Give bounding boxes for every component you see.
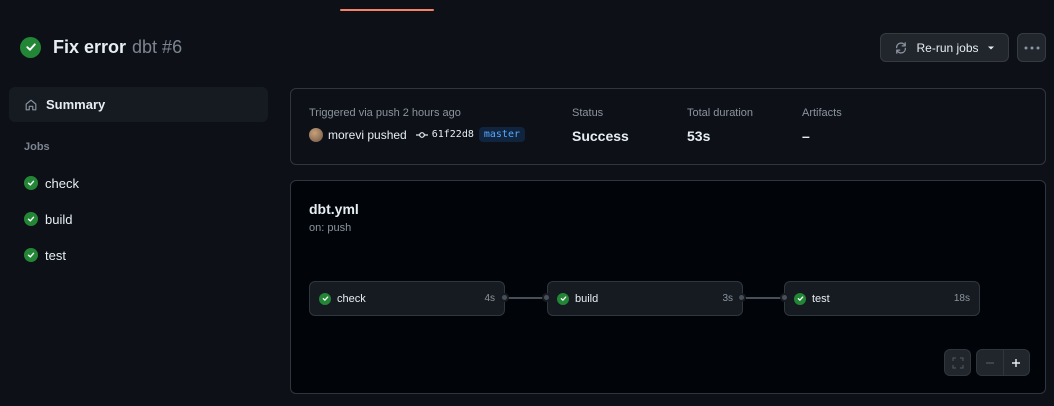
job-connector-line xyxy=(746,297,784,299)
home-icon xyxy=(24,98,38,112)
job-node-duration: 3s xyxy=(722,293,733,304)
job-node-duration: 4s xyxy=(484,293,495,304)
job-connector-dot xyxy=(500,293,509,302)
success-check-icon xyxy=(319,292,331,305)
job-node-label: test xyxy=(812,292,830,305)
trigger-column: Triggered via push 2 hours ago morevi pu… xyxy=(309,107,525,142)
sidebar-item-label: check xyxy=(45,175,79,191)
rerun-jobs-label: Re-run jobs xyxy=(916,40,979,55)
job-node-label: check xyxy=(337,292,366,305)
job-connector-dot xyxy=(737,293,746,302)
jobs-heading: Jobs xyxy=(24,141,50,153)
run-summary-card: Triggered via push 2 hours ago morevi pu… xyxy=(290,88,1046,165)
job-node-check[interactable]: check 4s xyxy=(309,281,505,316)
duration-column: Total duration 53s xyxy=(687,107,753,144)
run-name: dbt #6 xyxy=(132,36,183,57)
rerun-jobs-button[interactable]: Re-run jobs xyxy=(880,33,1009,62)
artifacts-value: – xyxy=(802,128,810,144)
commit-sha-link[interactable]: 61f22d8 xyxy=(432,129,474,140)
fullscreen-icon xyxy=(951,356,964,369)
artifacts-column: Artifacts – xyxy=(802,107,842,144)
success-check-icon xyxy=(20,36,41,58)
job-node-test[interactable]: test 18s xyxy=(784,281,980,316)
job-connector-dot xyxy=(542,293,551,302)
success-check-icon xyxy=(794,292,806,305)
minus-icon xyxy=(985,358,995,368)
sidebar-item-label: Summary xyxy=(46,97,106,112)
branch-badge[interactable]: master xyxy=(478,127,525,142)
success-check-icon xyxy=(24,176,38,190)
trigger-text: Triggered via push 2 hours ago xyxy=(309,107,461,119)
trigger-details: morevi pushed 61f22d8 master xyxy=(309,127,525,142)
sidebar-item-summary[interactable]: Summary xyxy=(9,87,268,122)
active-tab-underline xyxy=(340,9,434,11)
success-check-icon xyxy=(24,248,38,262)
job-connector-line xyxy=(508,297,546,299)
status-column: Status Success xyxy=(572,107,629,144)
zoom-in-button[interactable] xyxy=(1002,350,1030,375)
success-check-icon xyxy=(24,212,38,226)
more-options-button[interactable] xyxy=(1017,33,1046,62)
kebab-horizontal-icon xyxy=(1024,46,1040,50)
sidebar-item-build[interactable]: build xyxy=(9,201,268,237)
job-node-build[interactable]: build 3s xyxy=(547,281,743,316)
zoom-out-button[interactable] xyxy=(977,350,1003,375)
duration-value: 53s xyxy=(687,128,711,144)
zoom-controls xyxy=(976,349,1030,376)
sidebar-item-check[interactable]: check xyxy=(9,165,268,201)
job-connector-dot xyxy=(780,293,789,302)
artifacts-label: Artifacts xyxy=(802,107,842,119)
sidebar: Summary Jobs check build test xyxy=(9,87,268,273)
status-value: Success xyxy=(572,128,629,144)
workflow-file-name[interactable]: dbt.yml xyxy=(309,201,359,217)
jobs-list: check build test xyxy=(9,165,268,273)
status-label: Status xyxy=(572,107,604,119)
fullscreen-button[interactable] xyxy=(944,349,971,376)
actor-link[interactable]: morevi pushed xyxy=(328,128,407,142)
commit-icon xyxy=(415,131,428,139)
sidebar-item-label: test xyxy=(45,247,66,263)
success-check-icon xyxy=(557,292,569,305)
page-header: Fix error dbt #6 xyxy=(20,35,182,59)
workflow-trigger: on: push xyxy=(309,222,352,234)
job-node-duration: 18s xyxy=(953,293,970,304)
caret-down-icon xyxy=(987,44,995,52)
page-title: Fix error xyxy=(53,36,127,57)
sidebar-item-test[interactable]: test xyxy=(9,237,268,273)
job-node-label: build xyxy=(575,292,599,305)
avatar[interactable] xyxy=(309,127,323,142)
workflow-graph-card: dbt.yml on: push check 4s build 3s test … xyxy=(290,180,1046,394)
duration-label: Total duration xyxy=(687,107,754,119)
plus-icon xyxy=(1011,358,1021,368)
sidebar-item-label: build xyxy=(45,211,73,227)
sync-icon xyxy=(894,41,908,55)
